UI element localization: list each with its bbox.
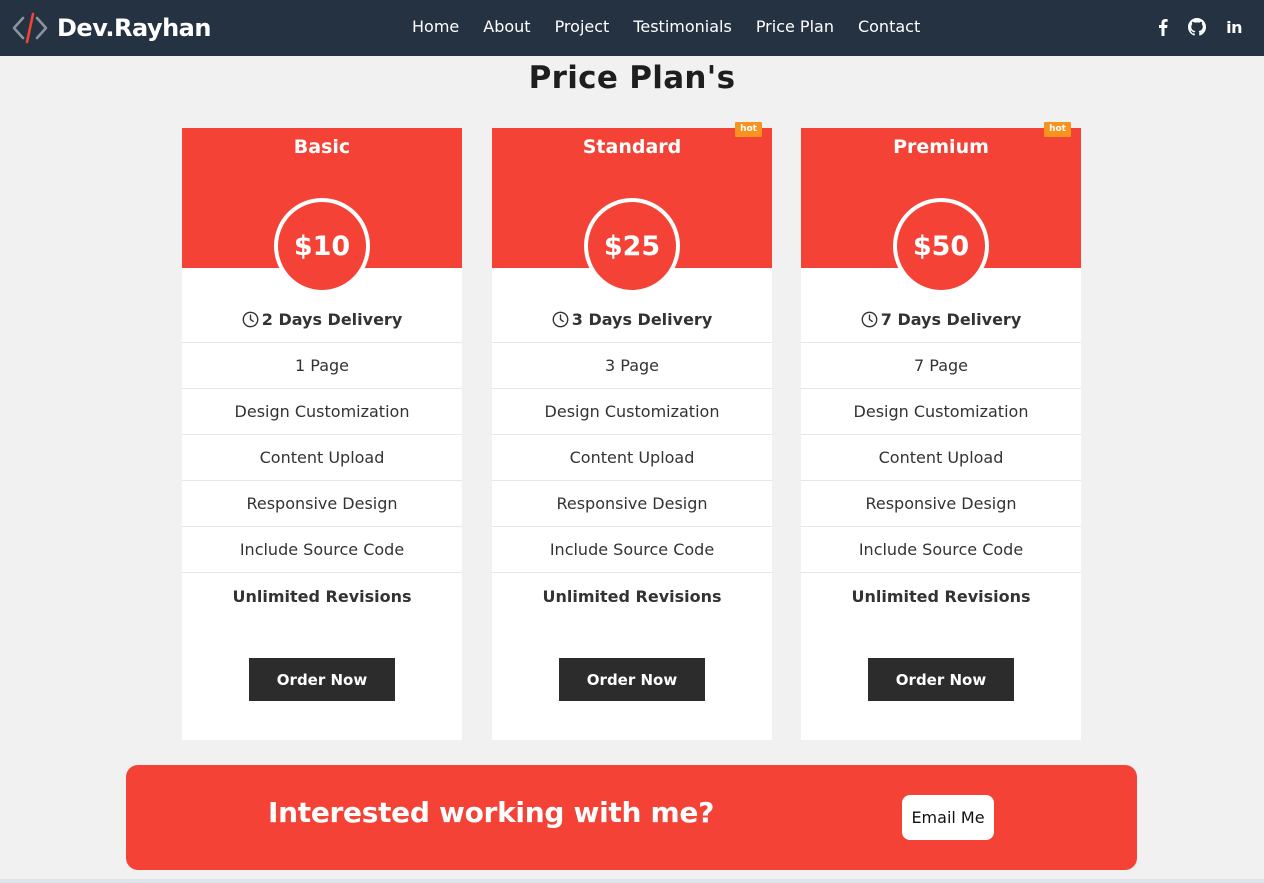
feature-item: Design Customization xyxy=(492,389,772,435)
feature-item: Responsive Design xyxy=(492,481,772,527)
page-bottom-edge xyxy=(0,879,1264,883)
feature-item: Content Upload xyxy=(182,435,462,481)
nav-link-about[interactable]: About xyxy=(483,17,530,36)
social-links: in xyxy=(1138,16,1242,38)
plan-card-standard: Standard hot $25 3 Days Delivery 3 Page … xyxy=(492,122,772,740)
feature-item: 7 Page xyxy=(801,343,1081,389)
brand-name: Dev.Rayhan xyxy=(57,14,211,42)
plan-header: Premium hot $50 xyxy=(801,122,1081,294)
feature-item: Design Customization xyxy=(801,389,1081,435)
plan-card-basic: Basic $10 2 Days Delivery 1 Page Design … xyxy=(182,128,462,740)
feature-list: 3 Days Delivery 3 Page Design Customizat… xyxy=(492,297,772,619)
feature-item: Unlimited Revisions xyxy=(542,586,722,606)
feature-item: 3 Page xyxy=(492,343,772,389)
linkedin-icon[interactable]: in xyxy=(1226,16,1242,38)
feature-item: Content Upload xyxy=(492,435,772,481)
feature-list: 7 Days Delivery 7 Page Design Customizat… xyxy=(801,297,1081,619)
delivery-time: 2 Days Delivery xyxy=(182,297,462,343)
linkedin-label: in xyxy=(1226,17,1242,37)
clock-icon xyxy=(242,311,259,328)
plan-header: Basic $10 xyxy=(182,128,462,294)
feature-list: 2 Days Delivery 1 Page Design Customizat… xyxy=(182,297,462,619)
nav-link-contact[interactable]: Contact xyxy=(858,17,920,36)
plan-name: Basic xyxy=(293,136,351,158)
facebook-icon[interactable] xyxy=(1158,16,1168,38)
feature-item: 1 Page xyxy=(182,343,462,389)
email-me-button[interactable]: Email Me xyxy=(902,795,994,840)
delivery-time: 7 Days Delivery xyxy=(801,297,1081,343)
feature-item: Include Source Code xyxy=(492,527,772,573)
plan-name: Standard xyxy=(582,136,682,158)
delivery-time: 3 Days Delivery xyxy=(492,297,772,343)
delivery-label: 7 Days Delivery xyxy=(880,310,1022,329)
feature-item: Design Customization xyxy=(182,389,462,435)
order-now-button[interactable]: Order Now xyxy=(249,658,395,701)
top-navbar: Dev.Rayhan Home About Project Testimonia… xyxy=(0,0,1264,56)
delivery-label: 3 Days Delivery xyxy=(571,310,713,329)
nav-link-price-plan[interactable]: Price Plan xyxy=(756,17,834,36)
order-now-button[interactable]: Order Now xyxy=(868,658,1014,701)
feature-item: Include Source Code xyxy=(182,527,462,573)
brand[interactable]: Dev.Rayhan xyxy=(12,12,211,44)
code-brackets-icon xyxy=(12,12,48,44)
feature-item: Include Source Code xyxy=(801,527,1081,573)
plan-card-premium: Premium hot $50 7 Days Delivery 7 Page D… xyxy=(801,122,1081,740)
price-circle: $25 xyxy=(584,198,680,294)
clock-icon xyxy=(552,311,569,328)
contact-cta-banner: Interested working with me? Email Me xyxy=(126,765,1137,870)
clock-icon xyxy=(861,311,878,328)
price-circle: $50 xyxy=(893,198,989,294)
nav-menu: Home About Project Testimonials Price Pl… xyxy=(412,17,944,36)
nav-link-testimonials[interactable]: Testimonials xyxy=(633,17,732,36)
section-title: Price Plan's xyxy=(528,60,736,96)
feature-item: Content Upload xyxy=(801,435,1081,481)
plan-header: Standard hot $25 xyxy=(492,122,772,294)
nav-link-home[interactable]: Home xyxy=(412,17,459,36)
order-now-button[interactable]: Order Now xyxy=(559,658,705,701)
feature-item: Unlimited Revisions xyxy=(851,586,1031,606)
feature-item: Unlimited Revisions xyxy=(232,586,412,606)
delivery-label: 2 Days Delivery xyxy=(261,310,403,329)
plan-name: Premium xyxy=(893,136,989,158)
hot-badge: hot xyxy=(735,122,762,137)
hot-badge: hot xyxy=(1044,122,1071,137)
feature-item: Responsive Design xyxy=(182,481,462,527)
feature-item: Responsive Design xyxy=(801,481,1081,527)
nav-link-project[interactable]: Project xyxy=(555,17,610,36)
github-icon[interactable] xyxy=(1188,16,1207,38)
price-circle: $10 xyxy=(274,198,370,294)
cta-heading: Interested working with me? xyxy=(268,796,715,829)
